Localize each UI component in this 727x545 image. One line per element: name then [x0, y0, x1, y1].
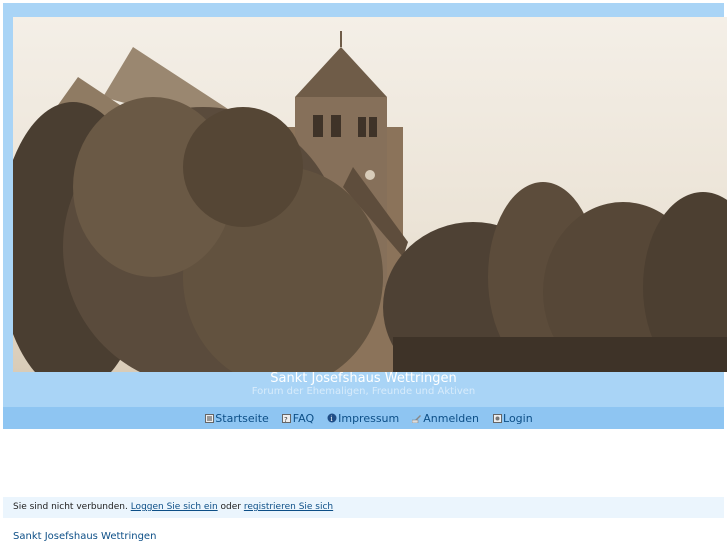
login-status-bar: Sie sind nicht verbunden. Loggen Sie sic… — [3, 497, 724, 518]
tower-spire — [295, 47, 387, 97]
nav-label-startseite: Startseite — [215, 411, 269, 425]
forum-index-link[interactable]: Sankt Josefshaus Wettringen — [13, 531, 156, 542]
site-subtitle: Forum der Ehemaligen, Freunde und Aktive… — [251, 386, 476, 397]
main-nav: Startseite ? FAQ i Impressum Anmelden Lo… — [3, 407, 724, 429]
site-title: Sankt Josefshaus Wettringen — [270, 371, 457, 386]
svg-text:?: ? — [284, 416, 288, 423]
nav-label-faq: FAQ — [292, 411, 315, 425]
faq-icon: ? — [282, 413, 292, 423]
login-link[interactable]: Loggen Sie sich ein — [131, 502, 218, 512]
status-or-text: oder — [220, 502, 241, 512]
login-icon — [492, 413, 502, 423]
nav-login[interactable]: Login — [492, 412, 533, 425]
nav-faq[interactable]: ? FAQ — [282, 412, 314, 425]
nav-label-login: Login — [503, 411, 533, 425]
nav-label-impressum: Impressum — [338, 411, 400, 425]
church-photo — [13, 31, 727, 372]
nav-impressum[interactable]: i Impressum — [327, 412, 399, 425]
nav-startseite[interactable]: Startseite — [204, 412, 269, 425]
register-link[interactable]: registrieren Sie sich — [244, 502, 333, 512]
status-text: Sie sind nicht verbunden. — [13, 502, 128, 512]
nav-label-anmelden: Anmelden — [423, 411, 480, 425]
nav-anmelden[interactable]: Anmelden — [412, 412, 479, 425]
info-icon: i — [327, 413, 337, 423]
register-icon — [412, 413, 422, 423]
header-photo — [13, 17, 727, 372]
home-icon — [204, 413, 214, 423]
